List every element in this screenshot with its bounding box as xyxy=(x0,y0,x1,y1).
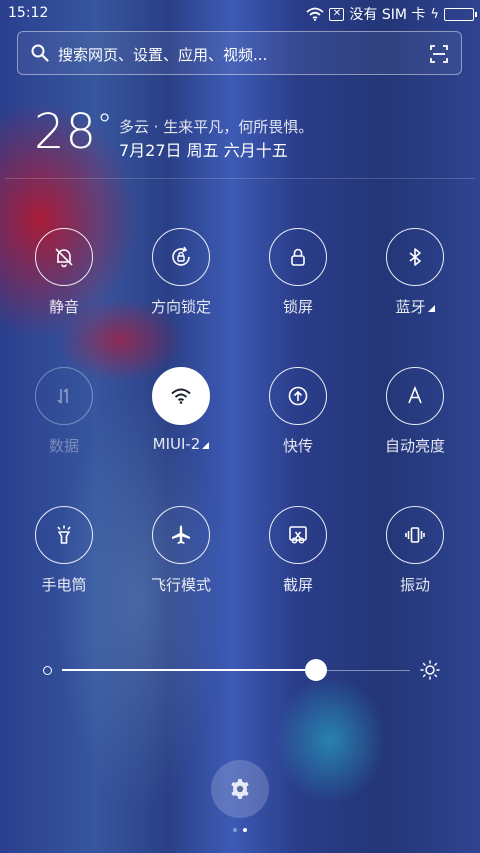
status-time: 15:12 xyxy=(8,5,49,21)
temperature-value: 28 xyxy=(34,104,98,160)
brightness-high-icon xyxy=(420,660,440,680)
transfer-icon xyxy=(269,367,327,425)
toggle-label: 蓝牙 xyxy=(395,298,426,316)
scan-icon[interactable] xyxy=(429,44,449,64)
toggle-label: 截屏 xyxy=(282,576,313,594)
divider xyxy=(5,178,475,179)
toggle-label: 数据 xyxy=(48,437,79,455)
vibrate-icon xyxy=(386,506,444,564)
toggle-label: 方向锁定 xyxy=(150,298,211,316)
toggle-flashlight[interactable]: 手电筒 xyxy=(9,506,119,595)
toggle-airplane[interactable]: 飞行模式 xyxy=(126,506,236,595)
gear-icon xyxy=(231,779,249,799)
bluetooth-icon xyxy=(386,228,444,286)
lock-icon xyxy=(269,228,327,286)
toggle-bluetooth[interactable]: 蓝牙 xyxy=(360,228,470,317)
toggle-label: MIUI-2 xyxy=(152,435,201,453)
brightness-fill xyxy=(62,669,317,671)
toggle-label: 自动亮度 xyxy=(384,437,445,455)
brightness-slider[interactable] xyxy=(40,656,450,684)
toggle-vibrate[interactable]: 振动 xyxy=(360,506,470,595)
page-dot-active xyxy=(243,828,247,832)
toggle-label: 飞行模式 xyxy=(150,576,211,594)
toggle-label: 振动 xyxy=(399,576,430,594)
wifi-icon xyxy=(152,367,210,425)
page-dot xyxy=(233,828,237,832)
bell-off-icon xyxy=(35,228,93,286)
toggle-wifi[interactable]: MIUI-2 xyxy=(126,367,236,453)
charging-icon: ϟ xyxy=(430,6,439,22)
brightness-thumb[interactable] xyxy=(305,659,328,681)
search-bar[interactable]: 搜索网页、设置、应用、视频... xyxy=(17,31,462,75)
page-indicator xyxy=(233,828,247,832)
toggle-auto-brightness[interactable]: 自动亮度 xyxy=(360,367,470,456)
sim-status-text: 没有 SIM 卡 xyxy=(349,7,426,23)
battery-icon xyxy=(444,7,477,21)
toggle-rotation-lock[interactable]: 方向锁定 xyxy=(126,228,236,317)
screenshot-icon xyxy=(269,506,327,564)
rotation-lock-icon xyxy=(152,228,210,286)
toggle-lock-screen[interactable]: 锁屏 xyxy=(243,228,353,317)
search-icon xyxy=(31,44,49,62)
degree-symbol: ° xyxy=(97,108,114,143)
no-sim-icon: ✕ xyxy=(329,7,345,21)
auto-brightness-icon xyxy=(386,367,444,425)
brightness-low-icon xyxy=(43,666,52,675)
toggle-silent[interactable]: 静音 xyxy=(9,228,119,317)
toggle-label: 手电筒 xyxy=(41,576,87,594)
search-placeholder: 搜索网页、设置、应用、视频... xyxy=(58,46,268,64)
toggle-screenshot[interactable]: 截屏 xyxy=(243,506,353,595)
toggle-label: 锁屏 xyxy=(282,298,313,316)
toggle-transfer[interactable]: 快传 xyxy=(243,367,353,456)
wifi-status-icon xyxy=(306,7,325,21)
temperature: 28° xyxy=(34,104,113,160)
mobile-data-icon xyxy=(35,367,93,425)
date-text: 7月27日 周五 六月十五 xyxy=(119,141,288,160)
settings-button[interactable] xyxy=(211,760,269,818)
airplane-icon xyxy=(152,506,210,564)
more-indicator-icon xyxy=(427,305,435,312)
toggle-label: 快传 xyxy=(282,437,313,455)
weather-description: 多云 · 生来平凡，何所畏惧。 xyxy=(119,118,314,136)
toggle-label: 静音 xyxy=(48,298,79,316)
status-bar: 15:12 ✕ 没有 SIM 卡 ϟ xyxy=(0,0,480,28)
more-indicator-icon xyxy=(202,442,210,449)
toggle-mobile-data[interactable]: 数据 xyxy=(9,367,119,456)
flashlight-icon xyxy=(35,506,93,564)
